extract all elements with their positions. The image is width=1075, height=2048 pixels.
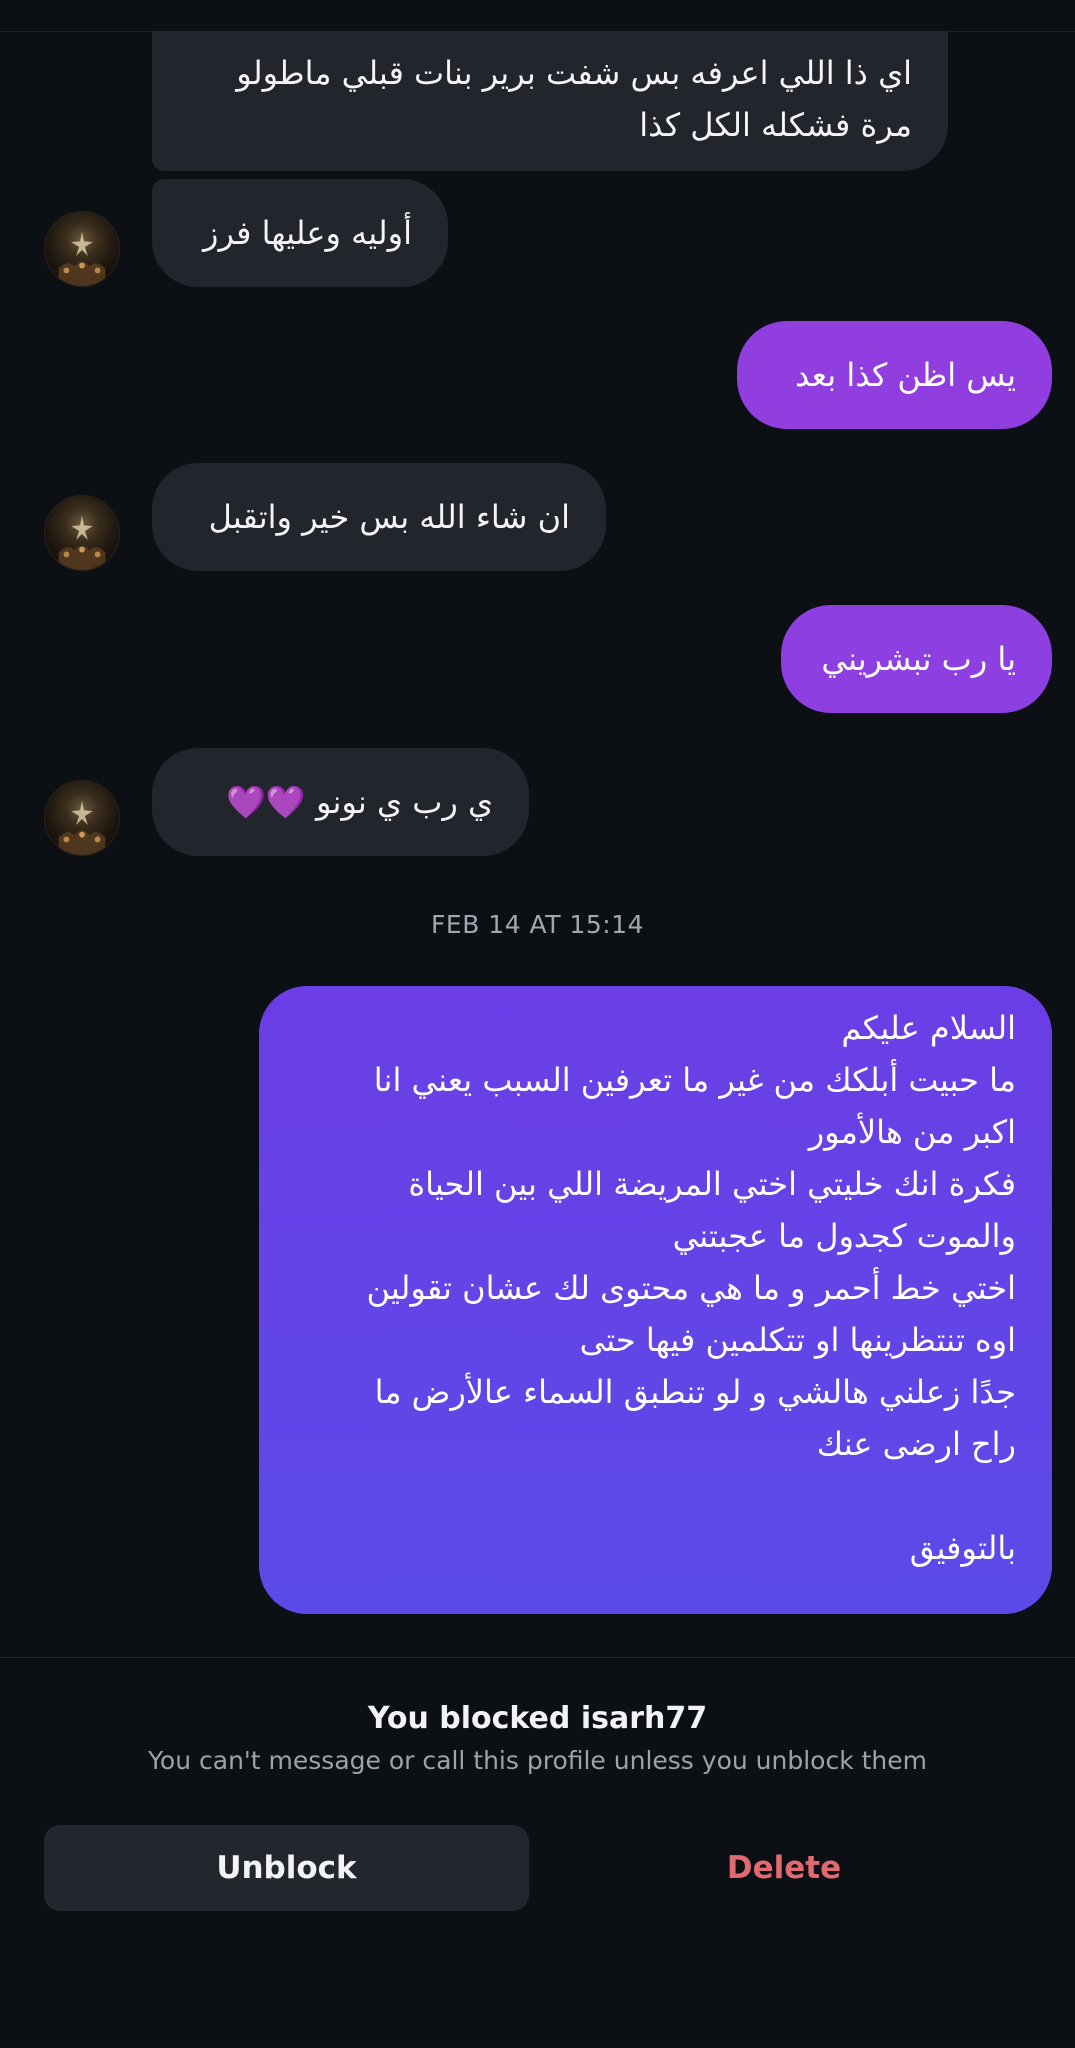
incoming-message[interactable]: ي رب ي نونو 💜💜 <box>152 748 529 856</box>
outgoing-message[interactable]: يس اظن كذا بعد <box>737 321 1052 429</box>
incoming-message[interactable]: اي ذا اللي اعرفه بس شفت برير بنات قبلي م… <box>152 31 948 171</box>
incoming-message[interactable]: أوليه وعليها فرز <box>152 179 448 287</box>
outgoing-message[interactable]: السلام عليكم ما حبيت أبلكك من غير ما تعر… <box>259 986 1052 1614</box>
contact-avatar[interactable] <box>44 780 120 856</box>
unblock-button[interactable]: Unblock <box>44 1825 529 1911</box>
chat-screen: اي ذا اللي اعرفه بس شفت برير بنات قبلي م… <box>0 0 1075 2048</box>
blocked-divider <box>0 1657 1075 1658</box>
avatar-image-icon <box>58 231 106 286</box>
message-timestamp: FEB 14 AT 15:14 <box>431 910 644 939</box>
outgoing-message[interactable]: يا رب تبشريني <box>781 605 1052 713</box>
delete-button[interactable]: Delete <box>540 1825 1028 1911</box>
avatar-image-icon <box>58 800 106 855</box>
contact-avatar[interactable] <box>44 211 120 287</box>
incoming-message[interactable]: ان شاء الله بس خير واتقبل <box>152 463 606 571</box>
avatar-image-icon <box>58 515 106 570</box>
contact-avatar[interactable] <box>44 495 120 571</box>
blocked-title: You blocked isarh77 <box>367 1701 708 1736</box>
blocked-subtitle: You can't message or call this profile u… <box>147 1746 928 1775</box>
